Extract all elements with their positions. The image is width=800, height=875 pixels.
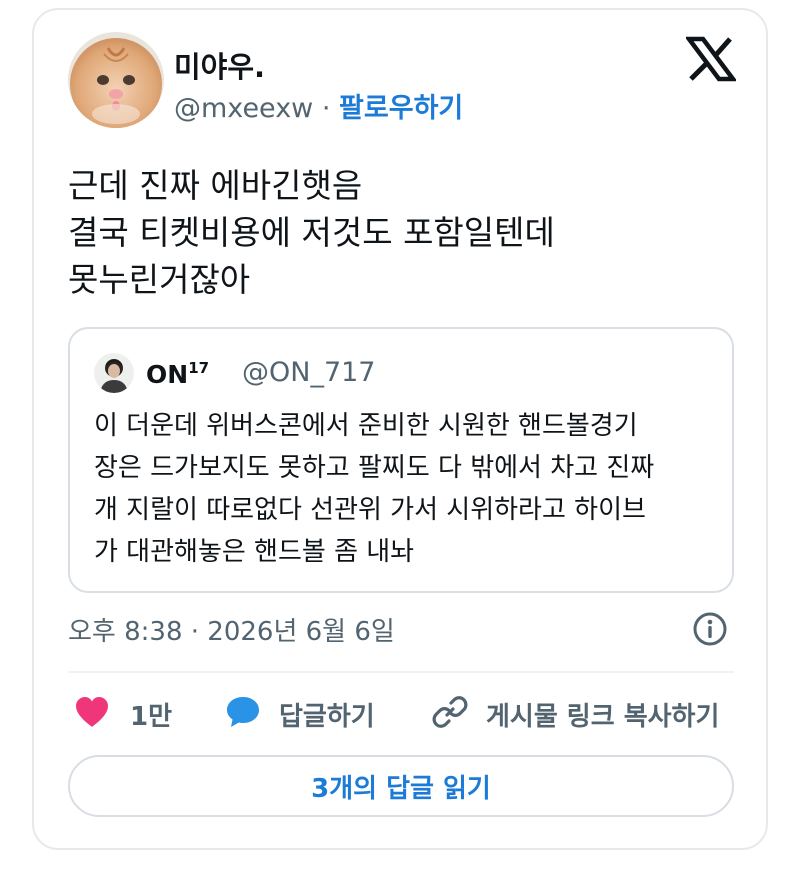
quoted-text-line: 가 대관해놓은 핸드볼 좀 내놔 (94, 537, 415, 567)
quoted-author-name-superscript: 17 (188, 359, 210, 377)
copy-link-button[interactable]: 게시물 링크 복사하기 (432, 694, 719, 734)
quoted-author-avatar[interactable] (94, 353, 134, 393)
tweet-embed-card: 미야우. @mxeexw · 팔로우하기 근데 진짜 에바긴햇음 결국 티켓비용… (32, 8, 768, 850)
x-logo-icon[interactable] (684, 36, 738, 82)
author-name[interactable]: 미야우. (174, 44, 265, 86)
author-handle[interactable]: @mxeexw (174, 93, 313, 124)
quoted-tweet-text: 이 더운데 위버스콘에서 준비한 시원한 핸드볼경기 장은 드가보지도 못하고 … (94, 405, 714, 573)
info-icon[interactable] (692, 611, 728, 647)
quoted-text-line: 개 지랄이 따로없다 선관위 가서 시위하라고 하이브 (94, 495, 646, 525)
separator-dot: · (321, 93, 331, 124)
read-replies-button[interactable]: 3개의 답글 읽기 (68, 755, 734, 817)
quoted-author-name[interactable]: ON17 (146, 359, 209, 389)
tweet-timestamp[interactable]: 오후 8:38 · 2026년 6월 6일 (68, 611, 395, 648)
like-count: 1만 (130, 701, 173, 732)
tweet-text-line: 못누린거잖아 (68, 260, 251, 299)
follow-button[interactable]: 팔로우하기 (339, 93, 463, 124)
quoted-tweet[interactable]: ON17 @ON_717 이 더운데 위버스콘에서 준비한 시원한 핸드볼경기 … (68, 327, 734, 593)
tweet-text-line: 결국 티켓비용에 저것도 포함일텐데 (68, 213, 555, 252)
heart-icon (74, 696, 110, 732)
quoted-text-line: 이 더운데 위버스콘에서 준비한 시원한 핸드볼경기 (94, 411, 638, 441)
quoted-author-name-text: ON (146, 360, 189, 389)
quoted-author-handle[interactable]: @ON_717 (242, 357, 375, 388)
tweet-text-line: 근데 진짜 에바긴햇음 (68, 166, 363, 205)
speech-bubble-icon (225, 695, 261, 733)
divider (68, 671, 734, 673)
link-icon (432, 694, 468, 734)
reply-label: 답글하기 (279, 701, 375, 732)
author-avatar[interactable] (68, 32, 164, 128)
copy-link-label: 게시물 링크 복사하기 (486, 701, 720, 732)
quoted-text-line: 장은 드가보지도 못하고 팔찌도 다 밖에서 차고 진짜 (94, 453, 655, 483)
tweet-text: 근데 진짜 에바긴햇음 결국 티켓비용에 저것도 포함일텐데 못누린거잖아 (68, 162, 728, 303)
author-meta: @mxeexw · 팔로우하기 (174, 86, 463, 125)
reply-button[interactable]: 답글하기 (225, 694, 375, 734)
like-button[interactable]: 1만 (74, 694, 172, 734)
